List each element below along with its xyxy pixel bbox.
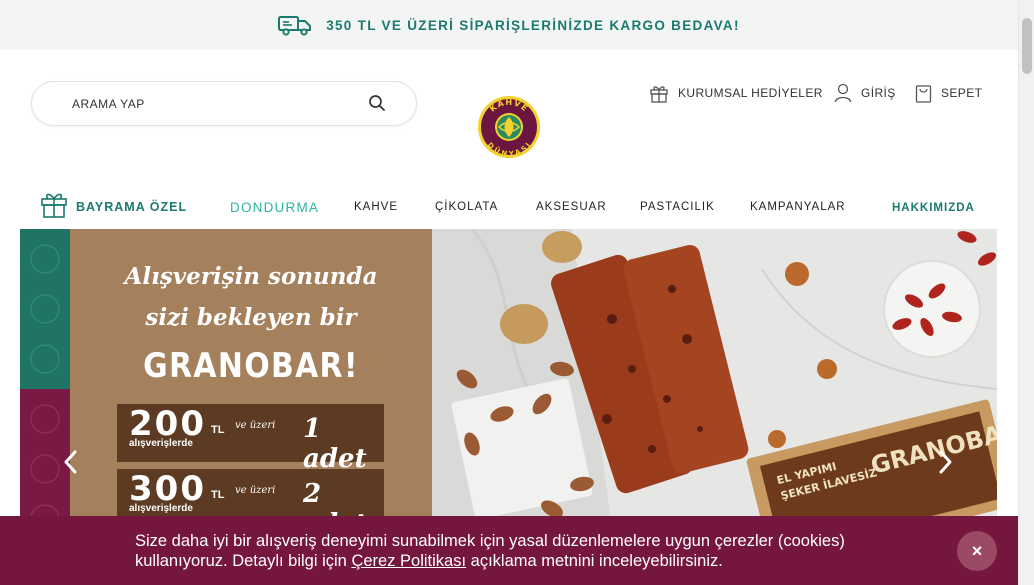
- promo-tier-200: 200 TL ve üzeri alışverişlerde 1 adet: [117, 404, 384, 474]
- cookie-text: Size daha iyi bir alışveriş deneyimi sun…: [135, 531, 935, 571]
- search-box: [31, 81, 417, 126]
- tier-ve-uzeri: ve üzeri: [235, 485, 276, 496]
- corporate-gifts-link[interactable]: KURUMSAL HEDİYELER: [649, 82, 823, 104]
- user-icon: [834, 83, 852, 103]
- tier-currency: TL: [211, 489, 225, 501]
- truck-icon: [278, 16, 312, 36]
- cookie-close-button[interactable]: ×: [957, 531, 997, 571]
- login-label: GİRİŞ: [861, 86, 896, 100]
- nav-item-hakkimizda[interactable]: HAKKIMIZDA: [892, 202, 975, 214]
- nav-item-kampanyalar[interactable]: KAMPANYALAR: [750, 201, 846, 213]
- nav-item-bayram[interactable]: BAYRAMA ÖZEL: [40, 190, 187, 218]
- main-nav: BAYRAMA ÖZEL DONDURMA KAHVE ÇİKOLATA AKS…: [0, 190, 1018, 226]
- tier-currency: TL: [211, 424, 225, 436]
- cart-label: SEPET: [941, 86, 983, 100]
- gift-icon: [650, 86, 668, 103]
- tier-alisverislerde: alışverişlerde: [129, 438, 193, 449]
- scrollbar-thumb[interactable]: [1022, 18, 1032, 74]
- carousel-prev-icon[interactable]: [63, 450, 79, 474]
- tier-ve-uzeri: ve üzeri: [235, 420, 276, 431]
- promo-headline: GRANOBAR!: [143, 346, 359, 386]
- nav-item-bayram-label: BAYRAMA ÖZEL: [76, 199, 188, 214]
- promo-line1: Alışverişin sonunda: [124, 263, 378, 290]
- page-scrollbar[interactable]: [1018, 0, 1034, 585]
- cookie-text-after: açıklama metnini inceleyebilirsiniz.: [466, 552, 723, 570]
- tier-adet: 1 adet: [303, 414, 367, 474]
- hero-banner[interactable]: Alışverişin sonunda sizi bekleyen bir GR…: [20, 229, 997, 529]
- nav-item-dondurma[interactable]: DONDURMA: [230, 200, 319, 215]
- gift-icon: [41, 193, 67, 218]
- granobar-product-photo: EL YAPIMI ŞEKER İLAVESİZ GRANOBAR: [432, 229, 997, 529]
- cookie-policy-link[interactable]: Çerez Politikası: [351, 552, 466, 570]
- promo-line2: sizi bekleyen bir: [145, 304, 357, 331]
- cookie-banner: Size daha iyi bir alışveriş deneyimi sun…: [0, 516, 1018, 585]
- nav-item-pastacilik[interactable]: PASTACILIK: [640, 201, 715, 213]
- announcement-bar: 350 TL VE ÜZERİ SİPARİŞLERİNİZDE KARGO B…: [0, 0, 1018, 50]
- search-icon[interactable]: [368, 94, 386, 112]
- search-input[interactable]: [72, 96, 352, 111]
- bag-icon: [915, 85, 932, 103]
- nav-item-cikolata[interactable]: ÇİKOLATA: [435, 201, 498, 213]
- login-link[interactable]: GİRİŞ: [834, 82, 896, 104]
- corporate-gifts-label: KURUMSAL HEDİYELER: [678, 86, 823, 100]
- announcement-text: 350 TL VE ÜZERİ SİPARİŞLERİNİZDE KARGO B…: [326, 17, 740, 33]
- carousel-next-icon[interactable]: [937, 450, 953, 474]
- tier-alisverislerde: alışverişlerde: [129, 503, 193, 514]
- promo-panel: Alışverişin sonunda sizi bekleyen bir GR…: [70, 229, 432, 529]
- nav-item-kahve[interactable]: KAHVE: [354, 201, 398, 213]
- close-icon: ×: [971, 540, 983, 561]
- cart-link[interactable]: SEPET: [915, 82, 982, 104]
- banner-left-pattern: [20, 229, 70, 529]
- nav-item-aksesuar[interactable]: AKSESUAR: [536, 201, 607, 213]
- brand-logo[interactable]: KAHVE DÜNYASI: [477, 95, 541, 159]
